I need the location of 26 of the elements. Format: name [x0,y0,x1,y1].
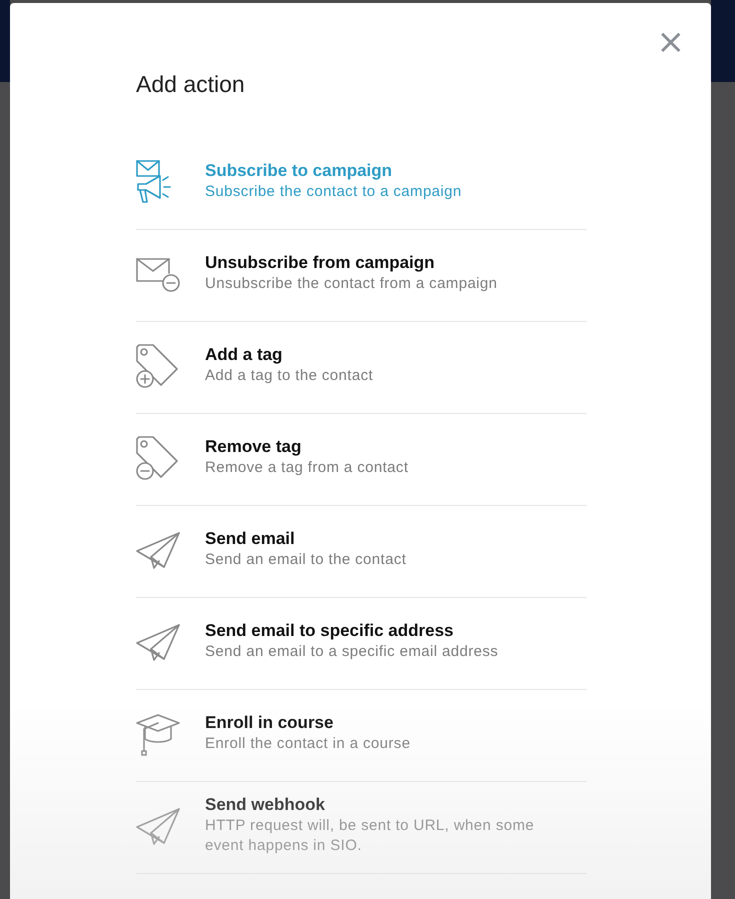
action-description: Unsubscribe the contact from a campaign [205,274,498,294]
action-description: Send an email to the contact [205,550,406,570]
action-description: Add a tag to the contact [205,366,374,386]
action-item[interactable]: Send email to specific address Send an email to a specific email address [136,598,587,690]
tag-minus-icon [136,434,180,480]
action-item[interactable]: Send webhook HTTP request will, be sent to URL, when some event happens in SIO. [136,782,587,874]
action-title: Unsubscribe from campaign [205,253,436,273]
tag-plus-icon [136,342,180,388]
action-title: Remove tag [205,437,302,457]
action-title: Send email [205,529,296,549]
action-title: Send webhook [205,795,326,815]
dialog-title: Add action [136,71,246,98]
action-description: Remove a tag from a contact [205,458,408,478]
action-description: HTTP request will, be sent to URL, when some event happens in SIO. [205,816,536,856]
action-item[interactable]: Send email Send an email to the contact [136,506,587,598]
action-item[interactable]: Unsubscribe from campaign Unsubscribe the contact from a campaign [136,230,587,322]
action-item[interactable]: Remove tag Remove a tag from a contact [136,414,587,506]
action-title: Send email to specific address [205,621,454,641]
action-item[interactable]: Add a tag Add a tag to the contact [136,322,587,414]
action-description: Subscribe the contact to a campaign [205,182,462,202]
action-title: Add a tag [205,345,284,365]
action-title: Subscribe to campaign [205,161,394,181]
action-title: Enroll in course [205,713,334,733]
action-description: Send an email to a specific email address [205,642,498,662]
action-item[interactable]: Enroll in course Enroll the contact in a course [136,690,587,782]
action-description: Enroll the contact in a course [205,734,410,754]
